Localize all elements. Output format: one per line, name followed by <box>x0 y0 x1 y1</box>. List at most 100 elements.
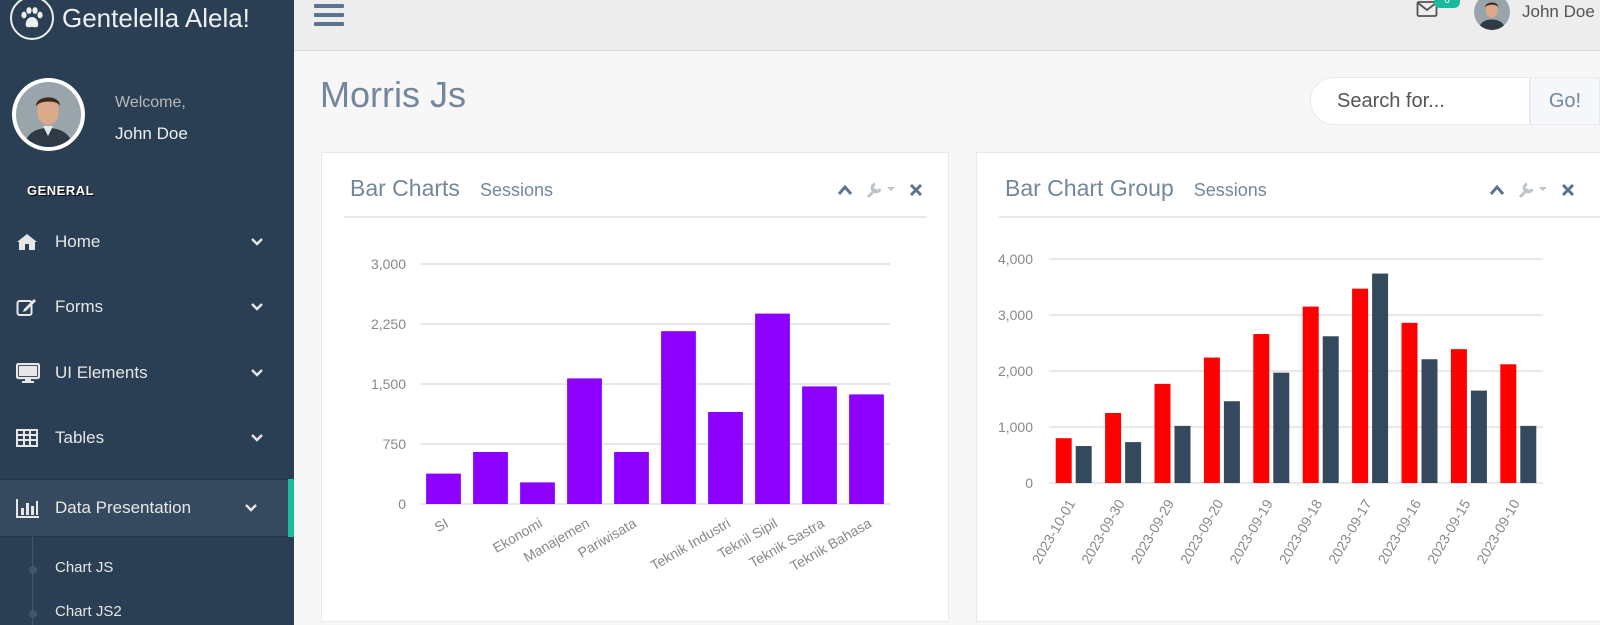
sidebar-item-ui-elements[interactable]: UI Elements <box>0 347 294 399</box>
bar <box>1470 390 1487 483</box>
panel-subtitle: Sessions <box>479 180 553 200</box>
bar <box>1154 383 1171 483</box>
table-icon <box>16 428 42 448</box>
y-tick-label: 0 <box>398 496 406 512</box>
paw-icon <box>10 0 54 40</box>
sidebar-item-label: Tables <box>55 428 105 447</box>
y-tick-label: 4,000 <box>998 251 1033 267</box>
y-tick-label: 2,000 <box>998 363 1033 379</box>
sidebar-item-label: UI Elements <box>55 363 148 382</box>
sidebar-item-forms[interactable]: Forms <box>0 281 294 333</box>
submenu-item-chart-js[interactable]: Chart JS <box>55 559 113 576</box>
bar <box>1223 401 1240 483</box>
section-title: GENERAL <box>27 183 95 198</box>
x-tick-label: 2023-09-30 <box>1078 496 1128 566</box>
collapse-icon[interactable] <box>1489 184 1505 196</box>
close-icon[interactable] <box>1561 183 1575 197</box>
page-title: Morris Js <box>320 74 466 115</box>
panel-tools <box>825 181 923 199</box>
panel-header: Bar Chart Group Sessions <box>1005 175 1267 202</box>
panel-bar-charts: Bar Charts Sessions 0 750 1,500 2,250 3,000 S… <box>321 152 949 622</box>
y-tick-label: 0 <box>1025 475 1033 491</box>
close-icon[interactable] <box>909 183 923 197</box>
search-group: Go! <box>1310 77 1600 125</box>
sidebar-item-data-presentation[interactable]: Data Presentation <box>0 479 294 537</box>
profile: Welcome, John Doe <box>12 78 282 151</box>
y-tick-label: 3,000 <box>371 256 406 272</box>
bar <box>1322 336 1339 483</box>
home-icon <box>16 232 42 252</box>
panel-subtitle: Sessions <box>1193 180 1267 200</box>
bar <box>1302 306 1319 483</box>
bar <box>1125 442 1142 483</box>
user-menu-name[interactable]: John Doe <box>1522 2 1595 22</box>
brand[interactable]: Gentelella Alela! <box>10 0 250 40</box>
wrench-icon[interactable] <box>865 181 897 199</box>
x-tick-label: 2023-09-16 <box>1374 496 1424 566</box>
desktop-icon <box>16 363 42 383</box>
panel-tools <box>1477 181 1575 199</box>
avatar[interactable] <box>12 78 85 151</box>
bar <box>1520 425 1537 483</box>
user-avatar[interactable] <box>1474 0 1510 30</box>
y-tick-label: 750 <box>383 436 407 452</box>
bar <box>473 452 508 504</box>
sidebar-item-label: Forms <box>55 297 104 316</box>
bar <box>1372 273 1389 483</box>
panel-divider <box>344 216 927 218</box>
notification-badge: 6 <box>1434 0 1460 8</box>
bar <box>1253 334 1270 483</box>
x-tick-label: 2023-09-10 <box>1473 496 1523 566</box>
submenu-item-chart-js2[interactable]: Chart JS2 <box>55 603 122 620</box>
search-input[interactable] <box>1310 77 1530 125</box>
edit-icon <box>16 297 42 317</box>
sidebar-item-home[interactable]: Home <box>0 216 294 268</box>
y-tick-label: 1,000 <box>998 419 1033 435</box>
collapse-icon[interactable] <box>837 184 853 196</box>
bar-chart-sessions: 07501,5002,2503,000SI EkonomiManajemenPar… <box>371 256 890 574</box>
bar <box>1421 359 1438 483</box>
panel-divider <box>999 216 1600 218</box>
profile-name: John Doe <box>115 124 188 143</box>
submenu-dot <box>29 610 37 618</box>
bar <box>661 331 696 504</box>
panel-title: Bar Charts <box>350 175 460 201</box>
bar <box>426 473 461 504</box>
y-tick-label: 1,500 <box>371 376 406 392</box>
brand-title: Gentelella Alela! <box>62 2 250 33</box>
bar <box>614 452 649 504</box>
bar <box>1401 322 1418 483</box>
menu-toggle-icon[interactable] <box>314 2 344 33</box>
bar <box>755 313 790 504</box>
sidebar-item-tables[interactable]: Tables <box>0 412 294 464</box>
bar <box>1273 372 1290 483</box>
bar <box>1450 349 1467 483</box>
x-tick-label: 2023-09-20 <box>1177 496 1227 566</box>
x-tick-label: 2023-09-19 <box>1226 496 1276 566</box>
x-tick-label: 2023-09-29 <box>1127 496 1177 566</box>
sidebar: Gentelella Alela! Welcome, John Doe GENE… <box>0 0 294 625</box>
chevron-down-icon <box>251 303 263 311</box>
bar <box>1500 364 1517 483</box>
bar <box>520 482 555 504</box>
wrench-icon[interactable] <box>1517 181 1549 199</box>
x-tick-label: 2023-09-17 <box>1325 496 1375 566</box>
bar <box>567 378 602 504</box>
y-tick-label: 3,000 <box>998 307 1033 323</box>
bar <box>1174 425 1191 483</box>
chevron-down-icon <box>251 434 263 442</box>
bar <box>1352 288 1369 483</box>
sidebar-item-label: Home <box>55 232 101 251</box>
submenu-dot <box>29 566 37 574</box>
grouped-bar-chart-sessions: 0 1,000 2,000 3,000 4,000 2023-10-01 2023-09-3… <box>998 251 1543 567</box>
bar <box>849 394 884 504</box>
chevron-down-icon <box>251 369 263 377</box>
panel-title: Bar Chart Group <box>1005 175 1174 201</box>
panel-bar-chart-group: Bar Chart Group Sessions 0 1,000 2,000 3,00… <box>976 152 1600 622</box>
bar <box>1105 413 1122 483</box>
x-tick-label: 2023-10-01 <box>1029 496 1079 566</box>
x-tick-label: Teknik Bahasa <box>787 515 874 574</box>
x-tick-label: 2023-09-15 <box>1424 496 1474 566</box>
chevron-down-icon <box>245 504 257 512</box>
go-button[interactable]: Go! <box>1530 77 1600 125</box>
